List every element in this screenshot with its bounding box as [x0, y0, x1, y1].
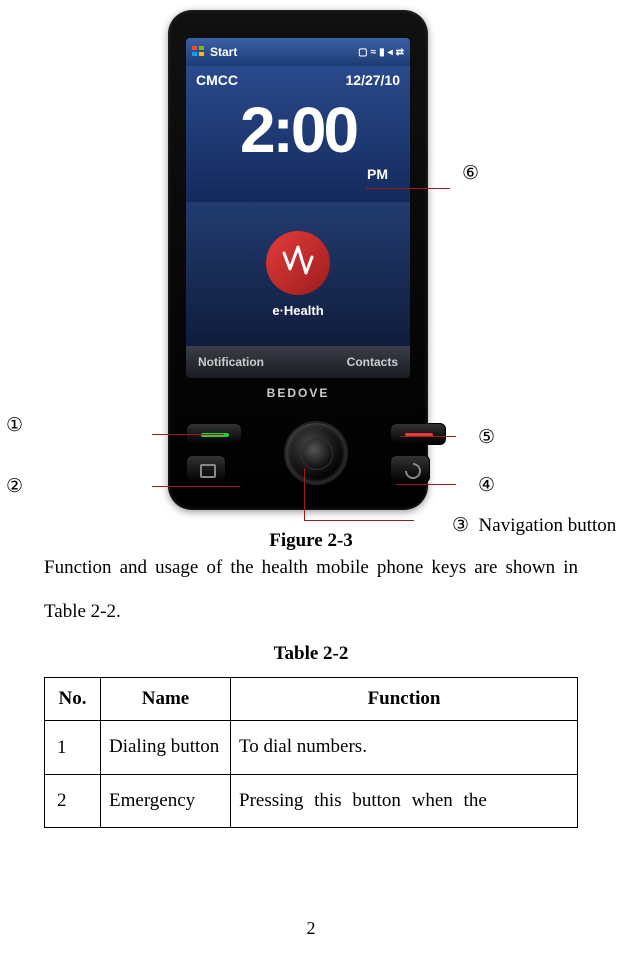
callout-1: ①: [6, 414, 23, 437]
phone-illustration: Start ▢ ≈ ▮ ◂ ⇄ CMCC 12/27/10 2:00 PM: [168, 10, 428, 510]
cell-function: Pressing this button when the: [231, 774, 578, 827]
carrier-label: CMCC: [196, 72, 238, 88]
app-area: e·Health: [186, 202, 410, 346]
arrows-icon: ⇄: [396, 47, 404, 58]
ampm-label: PM: [367, 166, 388, 182]
end-button-icon: [390, 423, 446, 445]
callout-line-3h: [304, 520, 414, 521]
signal-icon: ▮: [379, 47, 385, 58]
cell-function: To dial numbers.: [231, 721, 578, 774]
callout-6: ⑥: [462, 162, 479, 185]
brand-label: BEDOVE: [168, 386, 428, 400]
table-caption: Table 2-2: [0, 643, 622, 665]
callout-line-6: [366, 188, 450, 189]
callout-line-1: [152, 434, 224, 435]
callout-line-3v: [304, 468, 305, 520]
sim-icon: ▢: [358, 47, 367, 58]
back-button-icon: [390, 455, 430, 483]
table-row: 2 Emergency Pressing this button when th…: [45, 774, 578, 827]
callout-line-2: [152, 486, 240, 487]
cell-name: Emergency: [101, 774, 231, 827]
app-name: e·Health: [272, 303, 323, 318]
ehealth-logo-icon: [266, 231, 330, 295]
sync-icon: ≈: [371, 47, 377, 58]
hardware-buttons: [186, 418, 446, 488]
callout-5: ⑤: [478, 426, 495, 449]
header-no: No.: [45, 678, 101, 721]
softkey-right: Contacts: [347, 355, 398, 369]
windows-icon: [192, 46, 206, 58]
key-function-table: No. Name Function 1 Dialing button To di…: [44, 677, 578, 828]
home-button-icon: [186, 455, 226, 483]
cell-name: Dialing button: [101, 721, 231, 774]
header-name: Name: [101, 678, 231, 721]
table-row: 1 Dialing button To dial numbers.: [45, 721, 578, 774]
callout-2: ②: [6, 475, 23, 498]
callout-4: ④: [478, 474, 495, 497]
page-number: 2: [0, 918, 622, 939]
callout-line-4: [396, 484, 456, 485]
speaker-icon: ◂: [388, 47, 393, 58]
figure-container: Start ▢ ≈ ▮ ◂ ⇄ CMCC 12/27/10 2:00 PM: [0, 0, 622, 520]
navigation-button-icon: [284, 421, 348, 485]
clock-area: CMCC 12/27/10 2:00 PM: [186, 66, 410, 202]
callout-line-5: [400, 436, 456, 437]
start-label: Start: [210, 45, 237, 59]
header-function: Function: [231, 678, 578, 721]
softkey-left: Notification: [198, 355, 264, 369]
figure-caption: Figure 2-3: [0, 530, 622, 552]
table-header-row: No. Name Function: [45, 678, 578, 721]
taskbar: Start ▢ ≈ ▮ ◂ ⇄: [186, 38, 410, 66]
cell-no: 1: [45, 721, 101, 774]
phone-screen: Start ▢ ≈ ▮ ◂ ⇄ CMCC 12/27/10 2:00 PM: [186, 38, 410, 378]
date-label: 12/27/10: [346, 72, 401, 88]
softkey-bar: Notification Contacts: [186, 346, 410, 378]
cell-no: 2: [45, 774, 101, 827]
status-icons: ▢ ≈ ▮ ◂ ⇄: [358, 47, 404, 58]
clock-time: 2:00: [186, 98, 410, 162]
